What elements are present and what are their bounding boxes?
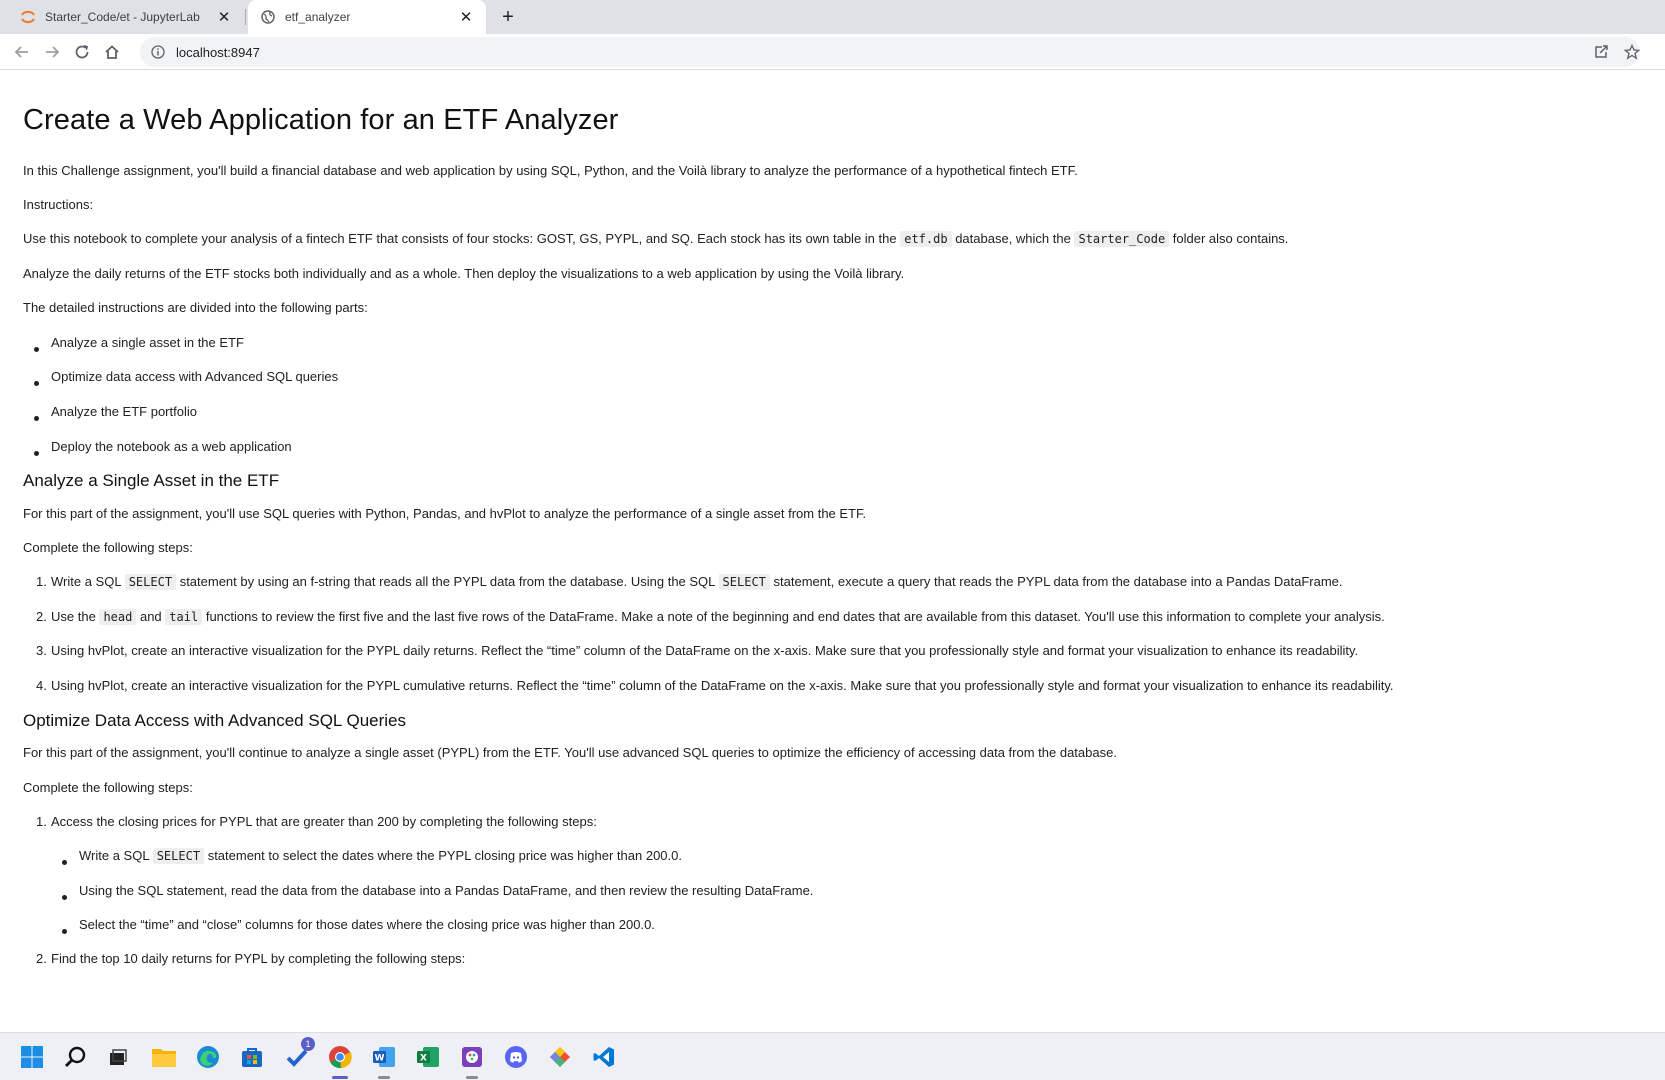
tab-title: etf_analyzer	[285, 10, 351, 24]
bookmark-star-icon[interactable]	[1620, 40, 1644, 64]
windows-taskbar: 1 W X	[0, 1032, 1665, 1080]
git-icon[interactable]	[543, 1040, 577, 1074]
task-view-icon[interactable]	[101, 1040, 135, 1074]
url-text: localhost:8947	[176, 44, 260, 60]
active-indicator	[332, 1076, 348, 1079]
page-title: Create a Web Application for an ETF Anal…	[23, 104, 619, 136]
discord-icon[interactable]	[499, 1040, 533, 1074]
step-number: 3.	[36, 643, 47, 658]
store-icon[interactable]	[235, 1040, 269, 1074]
inline-code: tail	[165, 609, 203, 625]
bullet	[34, 416, 39, 421]
section-intro: For this part of the assignment, you'll …	[23, 745, 1117, 760]
inline-code: Starter_Code	[1074, 231, 1170, 247]
list-item: Write a SQL SELECT statement by using an…	[51, 574, 1343, 590]
browser-tabstrip: Starter_Code/et - JupyterLab ✕ etf_analy…	[0, 0, 1665, 34]
bullet	[62, 895, 67, 900]
tab-jupyterlab[interactable]: Starter_Code/et - JupyterLab ✕	[8, 0, 244, 34]
bullet	[62, 860, 67, 865]
steps-label: Complete the following steps:	[23, 780, 193, 795]
list-item: Find the top 10 daily returns for PYPL b…	[51, 951, 466, 966]
page-content: Create a Web Application for an ETF Anal…	[0, 71, 1665, 1031]
list-item: Using hvPlot, create an interactive visu…	[51, 678, 1394, 693]
intro-paragraph: In this Challenge assignment, you'll bui…	[23, 163, 1078, 178]
inline-code: SELECT	[124, 574, 177, 590]
inline-code: head	[99, 609, 137, 625]
paint-icon[interactable]	[455, 1040, 489, 1079]
analyze-daily-paragraph: Analyze the daily returns of the ETF sto…	[23, 266, 905, 281]
tab-etf-analyzer[interactable]: etf_analyzer ✕	[248, 0, 486, 34]
bullet	[34, 451, 39, 456]
list-item: Deploy the notebook as a web application	[51, 439, 292, 454]
close-icon[interactable]: ✕	[214, 7, 234, 27]
back-icon[interactable]	[10, 40, 34, 64]
instructions-label: Instructions:	[23, 197, 94, 212]
todo-icon[interactable]: 1	[280, 1037, 315, 1074]
bullet	[34, 381, 39, 386]
chrome-icon[interactable]	[323, 1040, 357, 1079]
list-item: Using hvPlot, create an interactive visu…	[51, 643, 1359, 658]
svg-text:X: X	[420, 1054, 427, 1064]
open-indicator	[378, 1076, 390, 1079]
list-item: Access the closing prices for PYPL that …	[51, 814, 597, 829]
sub-list-item: Select the “time” and “close” columns fo…	[79, 917, 655, 932]
new-tab-icon[interactable]: +	[496, 5, 520, 29]
step-number: 1.	[36, 574, 47, 589]
list-item: Analyze the ETF portfolio	[51, 404, 197, 419]
notification-badge: 1	[301, 1037, 315, 1051]
windows-start-icon[interactable]	[15, 1040, 49, 1074]
word-icon[interactable]: W	[367, 1040, 401, 1079]
excel-icon[interactable]: X	[411, 1040, 445, 1074]
share-icon[interactable]	[1589, 40, 1613, 64]
parts-label: The detailed instructions are divided in…	[23, 300, 368, 315]
address-bar[interactable]: localhost:8947	[140, 37, 1640, 67]
tab-divider	[245, 9, 246, 25]
bullet	[34, 347, 39, 352]
home-icon[interactable]	[100, 40, 124, 64]
step-number: 2.	[36, 951, 47, 966]
steps-label: Complete the following steps:	[23, 540, 193, 555]
inline-code: SELECT	[718, 574, 770, 590]
globe-icon	[260, 9, 276, 25]
site-info-icon[interactable]	[150, 44, 166, 60]
edge-icon[interactable]	[191, 1040, 225, 1074]
vscode-icon[interactable]	[587, 1040, 621, 1074]
sub-list-item: Write a SQL SELECT statement to select t…	[79, 848, 682, 864]
tab-title: Starter_Code/et - JupyterLab	[45, 10, 200, 24]
section-intro: For this part of the assignment, you'll …	[23, 506, 867, 521]
file-explorer-icon[interactable]	[147, 1040, 181, 1074]
close-icon[interactable]: ✕	[456, 7, 476, 27]
forward-icon[interactable]	[40, 40, 64, 64]
list-item: Optimize data access with Advanced SQL q…	[51, 369, 339, 384]
section-heading: Optimize Data Access with Advanced SQL Q…	[23, 711, 406, 730]
svg-text:W: W	[375, 1054, 385, 1064]
jupyter-icon	[20, 9, 36, 25]
list-item: Use the head and tail functions to revie…	[51, 609, 1385, 625]
inline-code: SELECT	[152, 848, 205, 864]
inline-code: etf.db	[900, 231, 952, 247]
reload-icon[interactable]	[70, 40, 94, 64]
search-icon[interactable]	[59, 1040, 93, 1074]
section-heading: Analyze a Single Asset in the ETF	[23, 471, 280, 490]
browser-toolbar: localhost:8947	[0, 34, 1665, 70]
step-number: 2.	[36, 609, 47, 624]
step-number: 4.	[36, 678, 47, 693]
use-notebook-paragraph: Use this notebook to complete your analy…	[23, 231, 1289, 247]
step-number: 1.	[36, 814, 47, 829]
bullet	[62, 929, 67, 934]
open-indicator	[466, 1076, 478, 1079]
sub-list-item: Using the SQL statement, read the data f…	[79, 883, 814, 898]
list-item: Analyze a single asset in the ETF	[51, 335, 244, 350]
